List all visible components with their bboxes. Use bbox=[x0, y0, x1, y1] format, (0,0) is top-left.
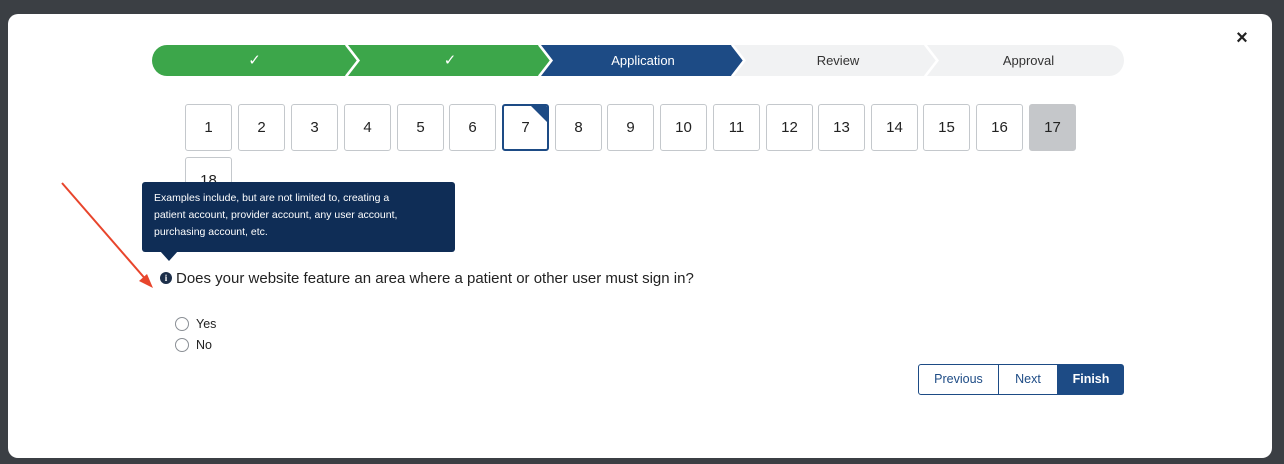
info-icon[interactable]: i bbox=[160, 272, 172, 284]
page-number: 1 bbox=[204, 119, 213, 136]
page-button-9[interactable]: 9 bbox=[607, 104, 654, 151]
radio-label: Yes bbox=[196, 317, 217, 331]
close-button[interactable]: × bbox=[1232, 28, 1252, 48]
step-application-label: Application bbox=[611, 53, 675, 68]
page-number: 15 bbox=[938, 119, 955, 136]
page-button-1[interactable]: 1 bbox=[185, 104, 232, 151]
page-number: 13 bbox=[833, 119, 850, 136]
page-number: 5 bbox=[416, 119, 425, 136]
tooltip-line: Examples include, but are not limited to… bbox=[154, 192, 390, 204]
page-number: 14 bbox=[886, 119, 903, 136]
page-button-8[interactable]: 8 bbox=[555, 104, 602, 151]
page-number: 2 bbox=[257, 119, 266, 136]
finish-button[interactable]: Finish bbox=[1058, 364, 1124, 395]
next-button[interactable]: Next bbox=[999, 364, 1058, 395]
page-number: 6 bbox=[468, 119, 477, 136]
page-number: 8 bbox=[574, 119, 583, 136]
page-button-7-current[interactable]: 7 bbox=[502, 104, 549, 151]
step-1-checkmark: ✓ bbox=[248, 52, 261, 69]
question-text: Does your website feature an area where … bbox=[176, 269, 694, 287]
page-number: 17 bbox=[1044, 119, 1061, 136]
page-button-17-disabled[interactable]: 17 bbox=[1029, 104, 1076, 151]
step-2-checkmark: ✓ bbox=[443, 52, 457, 69]
question-row: i Does your website feature an area wher… bbox=[160, 268, 694, 288]
page-button-5[interactable]: 5 bbox=[397, 104, 444, 151]
page-button-13[interactable]: 13 bbox=[818, 104, 865, 151]
page-button-15[interactable]: 15 bbox=[923, 104, 970, 151]
page-button-2[interactable]: 2 bbox=[238, 104, 285, 151]
page-button-12[interactable]: 12 bbox=[766, 104, 813, 151]
tooltip-pointer bbox=[160, 251, 178, 261]
page-button-10[interactable]: 10 bbox=[660, 104, 707, 151]
info-tooltip: Examples include, but are not limited to… bbox=[142, 182, 455, 252]
wizard-navigation: Previous Next Finish bbox=[918, 364, 1124, 395]
current-page-corner-marker bbox=[531, 106, 547, 122]
previous-button[interactable]: Previous bbox=[918, 364, 999, 395]
tooltip-line: purchasing account, etc. bbox=[154, 226, 268, 238]
page-number: 3 bbox=[310, 119, 319, 136]
radio-button[interactable] bbox=[175, 338, 189, 352]
page-number: 16 bbox=[991, 119, 1008, 136]
page-number: 7 bbox=[521, 119, 530, 136]
page-number: 12 bbox=[781, 119, 798, 136]
page-number: 11 bbox=[728, 119, 745, 136]
step-approval-label: Approval bbox=[1002, 53, 1055, 68]
page-button-14[interactable]: 14 bbox=[871, 104, 918, 151]
radio-option-yes[interactable]: Yes bbox=[175, 317, 216, 331]
radio-option-no[interactable]: No bbox=[175, 338, 212, 352]
radio-label: No bbox=[196, 338, 212, 352]
page-button-16[interactable]: 16 bbox=[976, 104, 1023, 151]
page-button-3[interactable]: 3 bbox=[291, 104, 338, 151]
page-number: 4 bbox=[363, 119, 372, 136]
step-review-label: Review bbox=[816, 53, 860, 68]
page-button-11[interactable]: 11 bbox=[713, 104, 760, 151]
tooltip-line: patient account, provider account, any u… bbox=[154, 209, 398, 221]
page-button-6[interactable]: 6 bbox=[449, 104, 496, 151]
page-button-4[interactable]: 4 bbox=[344, 104, 391, 151]
page-number: 9 bbox=[626, 119, 635, 136]
page-number: 10 bbox=[675, 119, 692, 136]
radio-button[interactable] bbox=[175, 317, 189, 331]
progress-stepper: ✓ ✓ Application Review Approval bbox=[152, 45, 1124, 76]
